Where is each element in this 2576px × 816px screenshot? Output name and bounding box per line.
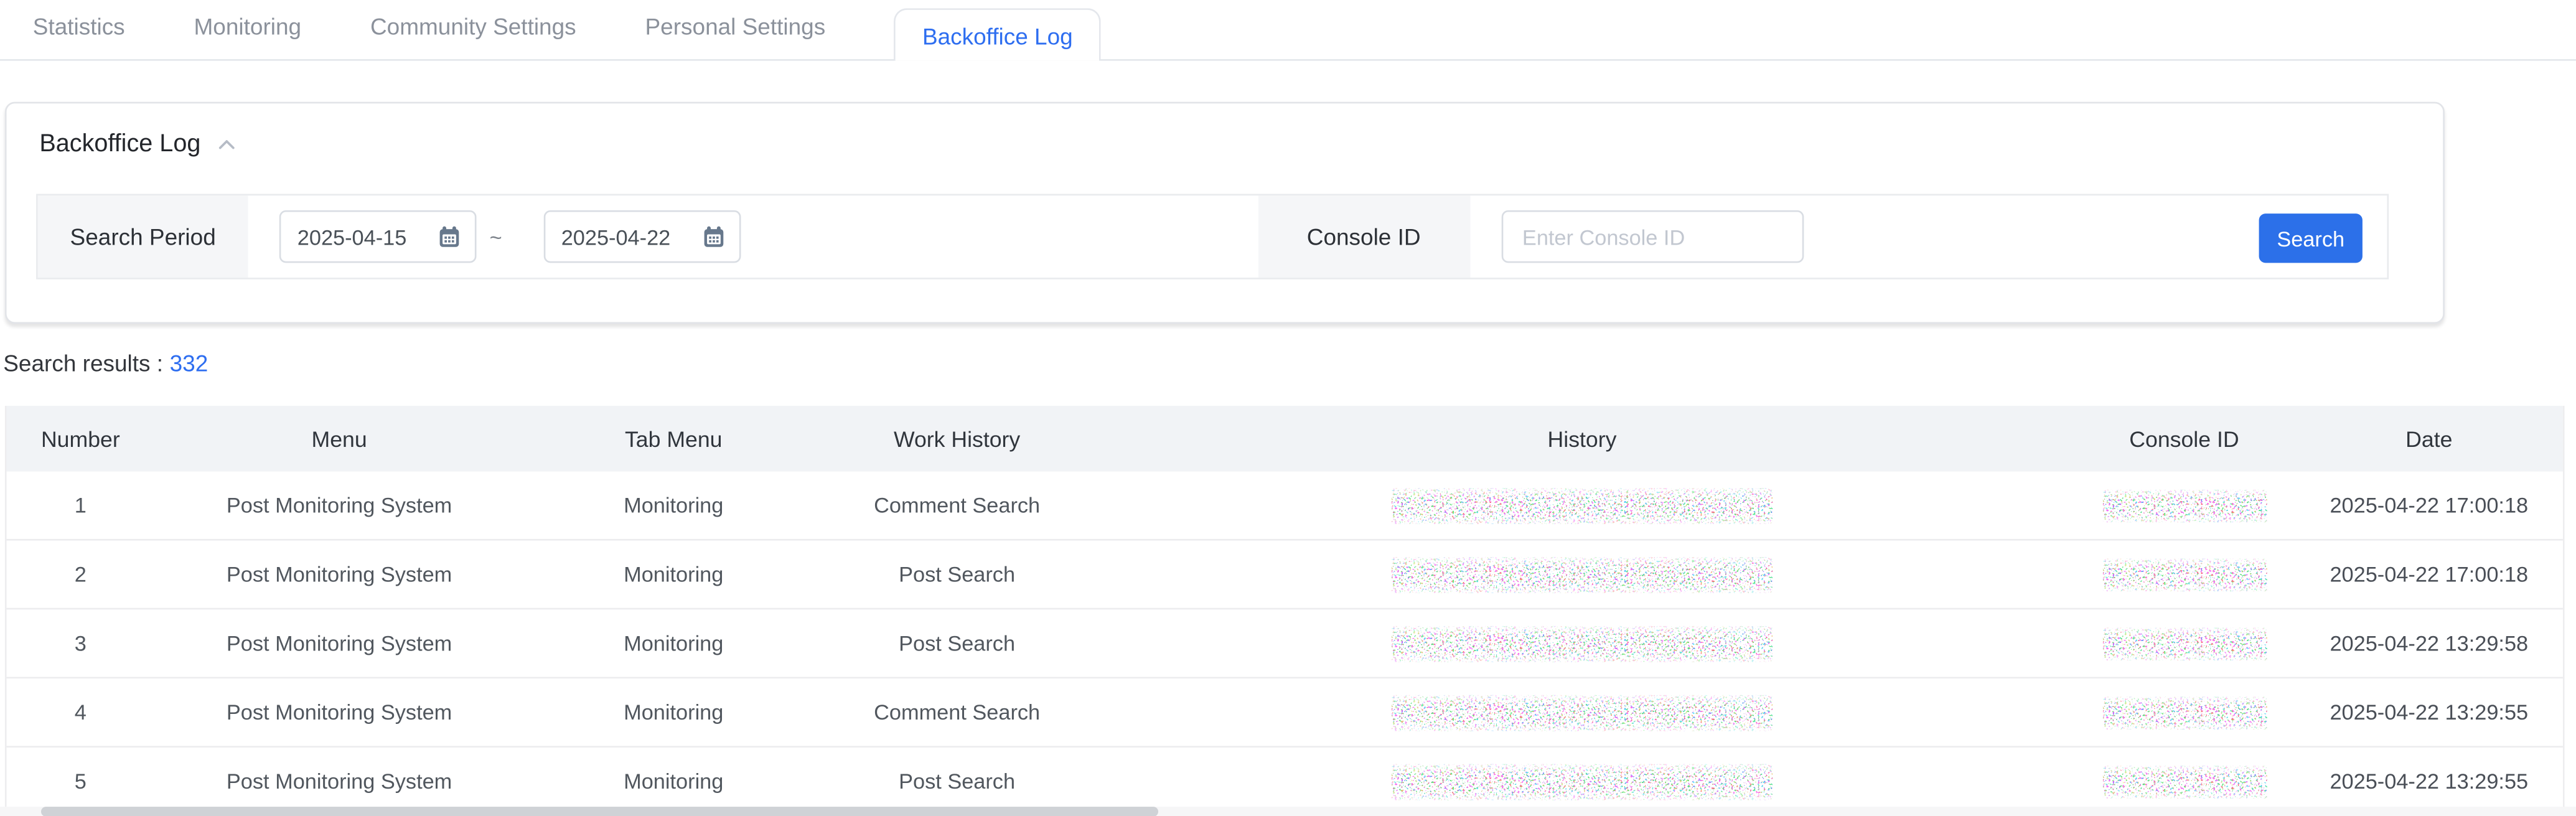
redacted-history [1091, 487, 2074, 523]
cell-number: 1 [7, 493, 155, 518]
cell-number: 5 [7, 769, 155, 794]
chevron-up-icon[interactable] [218, 139, 235, 149]
cell-menu: Post Monitoring System [154, 700, 524, 725]
tab-personal-settings[interactable]: Personal Settings [645, 13, 826, 59]
table-header-row: Number Menu Tab Menu Work History Histor… [7, 406, 2563, 472]
cell-date: 2025-04-22 17:00:18 [2295, 562, 2563, 587]
console-id-label: Console ID [1258, 195, 1470, 278]
backoffice-log-page: Statistics Monitoring Community Settings… [0, 0, 2576, 816]
column-header-menu: Menu [154, 426, 524, 451]
table-row: 3 Post Monitoring System Monitoring Post… [7, 609, 2563, 678]
cell-work-history: Post Search [823, 631, 1090, 656]
cell-number: 4 [7, 700, 155, 725]
log-table: Number Menu Tab Menu Work History Histor… [5, 406, 2565, 816]
table-row: 1 Post Monitoring System Monitoring Comm… [7, 472, 2563, 541]
cell-tab-menu: Monitoring [524, 700, 823, 725]
horizontal-scrollbar-thumb[interactable] [41, 807, 1158, 816]
cell-tab-menu: Monitoring [524, 493, 823, 518]
cell-date: 2025-04-22 13:29:55 [2295, 700, 2563, 725]
cell-number: 3 [7, 631, 155, 656]
calendar-icon[interactable] [701, 224, 726, 249]
date-from-field[interactable] [279, 210, 477, 263]
search-results-summary: Search results : 332 [3, 350, 208, 376]
search-button[interactable]: Search [2259, 213, 2363, 263]
column-header-tab-menu: Tab Menu [524, 426, 823, 451]
cell-work-history: Comment Search [823, 493, 1090, 518]
redacted-console-id [2073, 765, 2295, 798]
tab-bar: Statistics Monitoring Community Settings… [0, 0, 2576, 61]
cell-tab-menu: Monitoring [524, 769, 823, 794]
tab-monitoring[interactable]: Monitoring [194, 13, 302, 59]
column-header-work-history: Work History [823, 426, 1090, 451]
redacted-history [1091, 556, 2074, 593]
redacted-console-id [2073, 558, 2295, 591]
column-header-history: History [1091, 426, 2074, 451]
date-to-input[interactable] [561, 224, 686, 249]
calendar-icon[interactable] [437, 224, 462, 249]
tab-backoffice-log[interactable]: Backoffice Log [894, 8, 1101, 60]
redacted-history [1091, 694, 2074, 730]
cell-menu: Post Monitoring System [154, 493, 524, 518]
table-row: 4 Post Monitoring System Monitoring Comm… [7, 678, 2563, 748]
cell-menu: Post Monitoring System [154, 631, 524, 656]
table-row: 2 Post Monitoring System Monitoring Post… [7, 540, 2563, 609]
cell-tab-menu: Monitoring [524, 562, 823, 587]
cell-menu: Post Monitoring System [154, 562, 524, 587]
redacted-history [1091, 625, 2074, 661]
redacted-console-id [2073, 696, 2295, 729]
cell-tab-menu: Monitoring [524, 631, 823, 656]
date-from-input[interactable] [297, 224, 423, 249]
table-row: 5 Post Monitoring System Monitoring Post… [7, 748, 2563, 816]
redacted-console-id [2073, 627, 2295, 660]
results-count: 332 [170, 350, 208, 376]
cell-menu: Post Monitoring System [154, 769, 524, 794]
redacted-console-id [2073, 489, 2295, 522]
backoffice-log-panel: Backoffice Log Search Period ~ Console I [5, 102, 2445, 324]
cell-work-history: Post Search [823, 562, 1090, 587]
results-label: Search results : [3, 350, 163, 376]
search-period-label: Search Period [38, 195, 248, 278]
cell-number: 2 [7, 562, 155, 587]
cell-work-history: Post Search [823, 769, 1090, 794]
column-header-date: Date [2295, 426, 2563, 451]
search-form-row: Search Period ~ Console ID Search [36, 194, 2389, 279]
date-to-field[interactable] [543, 210, 741, 263]
cell-date: 2025-04-22 13:29:58 [2295, 631, 2563, 656]
tab-community-settings[interactable]: Community Settings [370, 13, 576, 59]
date-range-separator: ~ [490, 224, 502, 249]
horizontal-scrollbar[interactable] [0, 807, 2576, 816]
column-header-console-id: Console ID [2073, 426, 2295, 451]
cell-work-history: Comment Search [823, 700, 1090, 725]
panel-title: Backoffice Log [39, 130, 200, 158]
redacted-history [1091, 763, 2074, 799]
console-id-input[interactable] [1501, 210, 1804, 263]
cell-date: 2025-04-22 13:29:55 [2295, 769, 2563, 794]
tab-statistics[interactable]: Statistics [33, 13, 125, 59]
cell-date: 2025-04-22 17:00:18 [2295, 493, 2563, 518]
column-header-number: Number [7, 426, 155, 451]
